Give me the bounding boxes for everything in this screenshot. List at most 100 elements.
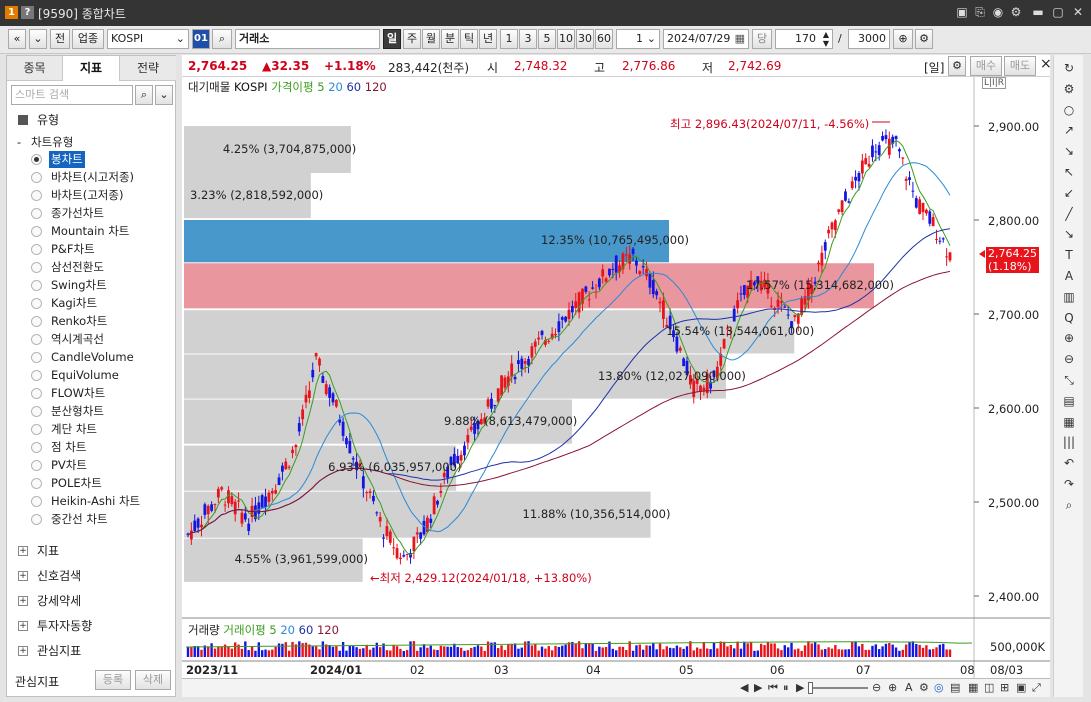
settings-icon[interactable]: ⚙ bbox=[915, 29, 933, 49]
interval-5-button[interactable]: 5 bbox=[538, 29, 556, 49]
drawing-tool-icon[interactable]: ↖ bbox=[1059, 163, 1079, 181]
interval-60-button[interactable]: 60 bbox=[595, 29, 613, 49]
drawing-tool-icon[interactable]: ↘ bbox=[1059, 142, 1079, 160]
drawing-tool-icon[interactable]: A bbox=[1059, 267, 1079, 285]
close-panel-icon[interactable]: × bbox=[1040, 56, 1052, 72]
close-icon[interactable]: ✕ bbox=[1071, 5, 1085, 19]
radio-icon[interactable] bbox=[31, 388, 42, 399]
drawing-tool-icon[interactable]: ↻ bbox=[1059, 59, 1079, 77]
drawing-tool-icon[interactable]: ⚙ bbox=[1059, 80, 1079, 98]
drawing-tool-icon[interactable]: ▦ bbox=[1059, 413, 1079, 431]
total-count-field[interactable]: 3000 bbox=[848, 29, 890, 49]
radio-icon[interactable] bbox=[31, 334, 42, 345]
register-button[interactable]: 등록 bbox=[95, 670, 131, 690]
zoom-plus-icon[interactable]: ⊕ bbox=[893, 29, 913, 49]
help-icon[interactable]: ? bbox=[21, 6, 34, 19]
scroll-left-icon[interactable]: ◀ bbox=[740, 681, 748, 694]
zoom-in-icon[interactable]: ⊕ bbox=[888, 681, 897, 694]
price-chart[interactable]: 대기매물 KOSPI 가격이평 5 20 60 120 L|I|R 최고 2,8… bbox=[182, 77, 1050, 697]
delete-button[interactable]: 삭제 bbox=[135, 670, 171, 690]
today-button[interactable]: 당 bbox=[752, 29, 772, 49]
drawing-tool-icon[interactable]: ||| bbox=[1059, 433, 1079, 451]
radio-icon[interactable] bbox=[31, 280, 42, 291]
axis-mode-tag[interactable]: L|I|R bbox=[982, 77, 1006, 89]
radio-icon[interactable] bbox=[31, 316, 42, 327]
expand-plus-icon[interactable]: + bbox=[18, 646, 28, 656]
expand-plus-icon[interactable]: + bbox=[18, 546, 28, 556]
interval-10-button[interactable]: 10 bbox=[557, 29, 575, 49]
radio-icon[interactable] bbox=[31, 244, 42, 255]
drawing-tool-icon[interactable]: ⤡ bbox=[1059, 371, 1079, 389]
date-field[interactable]: 2024/07/29 ▦ bbox=[663, 29, 749, 49]
drawing-tool-icon[interactable]: ○ bbox=[1059, 101, 1079, 119]
drawing-tool-icon[interactable]: ↗ bbox=[1059, 121, 1079, 139]
tab-indicator[interactable]: 지표 bbox=[63, 56, 120, 81]
drawing-tool-icon[interactable]: T bbox=[1059, 246, 1079, 264]
jump-start-icon[interactable]: ⏮ bbox=[768, 681, 778, 695]
search-icon[interactable]: ⌕ bbox=[135, 85, 153, 105]
radio-icon[interactable] bbox=[31, 190, 42, 201]
radio-icon[interactable] bbox=[31, 514, 42, 525]
add-pane-icon[interactable]: ⊞ bbox=[1000, 681, 1009, 694]
interval-30-button[interactable]: 30 bbox=[576, 29, 594, 49]
period-year-button[interactable]: 년 bbox=[479, 29, 497, 49]
radio-icon[interactable] bbox=[31, 442, 42, 453]
drawing-tool-icon[interactable]: ▥ bbox=[1059, 288, 1079, 306]
grid-icon[interactable]: ▦ bbox=[968, 681, 978, 694]
drawing-tool-icon[interactable]: Q bbox=[1059, 309, 1079, 327]
autoscale-icon[interactable]: A bbox=[905, 681, 913, 694]
period-week-button[interactable]: 주 bbox=[403, 29, 421, 49]
copy-icon[interactable]: ⎘ bbox=[973, 5, 987, 19]
expand-icon[interactable]: ⌄ bbox=[155, 85, 173, 105]
period-tick-button[interactable]: 틱 bbox=[460, 29, 478, 49]
market-name-field[interactable]: 거래소 bbox=[235, 29, 380, 49]
step-select[interactable]: 1 ⌄ bbox=[616, 29, 660, 49]
drawing-tool-icon[interactable]: ↘ bbox=[1059, 225, 1079, 243]
drawing-tool-icon[interactable]: ╱ bbox=[1059, 205, 1079, 223]
drawing-tool-icon[interactable]: ⊖ bbox=[1059, 350, 1079, 368]
previous-button[interactable]: 전 bbox=[50, 29, 70, 49]
radio-icon[interactable] bbox=[31, 262, 42, 273]
drawing-tool-icon[interactable]: ↶ bbox=[1059, 454, 1079, 472]
expand-plus-icon[interactable]: + bbox=[18, 596, 28, 606]
scroll-track[interactable] bbox=[810, 687, 868, 689]
minimize-icon[interactable]: ▬ bbox=[1031, 5, 1045, 19]
print-icon[interactable]: ▤ bbox=[950, 681, 960, 694]
radio-icon[interactable] bbox=[31, 352, 42, 363]
search-icon[interactable]: ⌕ bbox=[212, 29, 232, 49]
radio-icon[interactable] bbox=[31, 208, 42, 219]
period-minute-button[interactable]: 분 bbox=[441, 29, 459, 49]
radio-icon[interactable] bbox=[31, 154, 42, 165]
drawing-tool-icon[interactable]: ⌕ bbox=[1059, 496, 1079, 514]
radio-icon[interactable] bbox=[31, 496, 42, 507]
prev-symbol-button[interactable]: « bbox=[8, 29, 26, 49]
radio-icon[interactable] bbox=[31, 370, 42, 381]
interval-1-button[interactable]: 1 bbox=[500, 29, 518, 49]
spinner-icon[interactable]: ▲ ▼ bbox=[823, 30, 829, 48]
smart-search-input[interactable]: 스마트 검색 bbox=[11, 85, 133, 105]
radio-icon[interactable] bbox=[31, 424, 42, 435]
tab-stock[interactable]: 종목 bbox=[7, 56, 63, 81]
symbol-list-button[interactable]: ⌄ bbox=[29, 29, 47, 49]
settings-icon[interactable]: ⚙ bbox=[948, 56, 966, 76]
drawing-tool-icon[interactable]: ⊕ bbox=[1059, 329, 1079, 347]
pause-icon[interactable]: ⏸ bbox=[783, 681, 789, 695]
capture-icon[interactable]: ◎ bbox=[934, 681, 944, 694]
layout-icon[interactable]: ▣ bbox=[1016, 681, 1026, 694]
interval-3-button[interactable]: 3 bbox=[519, 29, 537, 49]
settings-icon[interactable]: ⚙ bbox=[1009, 5, 1023, 19]
play-icon[interactable]: ▶ bbox=[796, 681, 804, 694]
capture-icon[interactable]: ◉ bbox=[991, 5, 1005, 19]
drawing-tool-icon[interactable]: ↷ bbox=[1059, 475, 1079, 493]
period-month-button[interactable]: 월 bbox=[422, 29, 440, 49]
radio-icon[interactable] bbox=[31, 460, 42, 471]
radio-icon[interactable] bbox=[31, 226, 42, 237]
chart-settings-icon[interactable]: ⚙ bbox=[919, 681, 929, 694]
expand-plus-icon[interactable]: + bbox=[18, 621, 28, 631]
link-icon[interactable]: ▣ bbox=[955, 5, 969, 19]
drawing-tool-icon[interactable]: ↙ bbox=[1059, 184, 1079, 202]
sell-button[interactable]: 매도 bbox=[1004, 56, 1036, 76]
radio-icon[interactable] bbox=[31, 406, 42, 417]
split-icon[interactable]: ◫ bbox=[984, 681, 994, 694]
scroll-right-icon[interactable]: ▶ bbox=[754, 681, 762, 694]
